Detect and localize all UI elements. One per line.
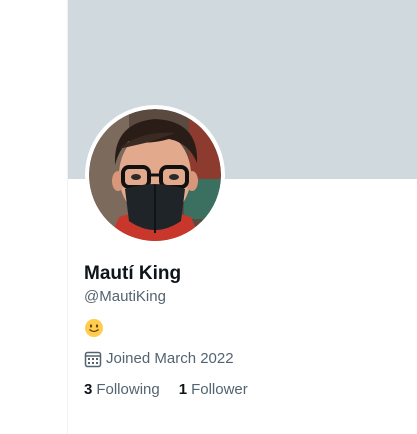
bio xyxy=(84,318,104,338)
display-name: Mautí King xyxy=(84,263,182,284)
handle: @MautiKing xyxy=(84,288,166,305)
following-link[interactable]: 3 Following xyxy=(84,380,160,400)
join-date-text: Joined March 2022 xyxy=(106,350,234,367)
avatar[interactable] xyxy=(85,105,225,245)
calendar-icon xyxy=(84,351,102,368)
join-date: Joined March 2022 xyxy=(84,349,234,369)
profile-page: Mautí King @MautiKing Joined March 2022 … xyxy=(0,0,417,434)
following-count: 3 xyxy=(84,381,93,398)
follow-stats: 3 Following 1 Follower xyxy=(84,380,248,400)
followers-link[interactable]: 1 Follower xyxy=(179,380,248,400)
left-rail xyxy=(0,0,67,434)
avatar-image xyxy=(89,109,221,241)
follower-count: 1 xyxy=(178,381,188,398)
following-label: Following xyxy=(96,381,160,398)
slightly-smiling-face-icon xyxy=(85,319,103,337)
follower-label: Follower xyxy=(191,381,248,398)
